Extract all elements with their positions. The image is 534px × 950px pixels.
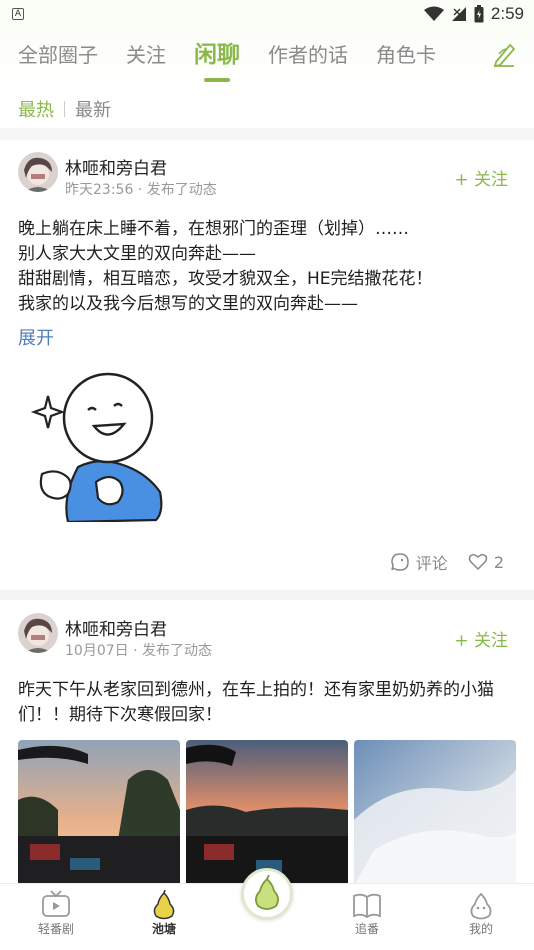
wifi-icon: [423, 6, 444, 21]
separator: [0, 590, 534, 600]
post-timestamp: 10月07日 · 发布了动态: [65, 643, 212, 659]
sort-divider: [64, 101, 65, 117]
tab-all-circles[interactable]: 全部圈子: [18, 38, 98, 72]
battery-icon: [474, 5, 484, 23]
separator: [0, 128, 534, 140]
tab-chat[interactable]: 闲聊: [194, 38, 240, 82]
profile-pear-icon: [470, 892, 492, 920]
like-button[interactable]: 2: [468, 553, 504, 572]
category-tabs: 全部圈子 关注 闲聊 作者的话 角色卡: [18, 38, 464, 82]
expand-link[interactable]: 展开: [18, 324, 54, 350]
nav-pond[interactable]: 池塘: [124, 884, 204, 950]
compose-icon[interactable]: [490, 40, 518, 68]
photo-sunset-car[interactable]: [186, 740, 348, 886]
post-body[interactable]: 晚上躺在床上睡不着，在想邪门的歪理（划掉）…… 别人家大大文里的双向奔赴—— 甜…: [18, 217, 518, 317]
comment-icon: [391, 553, 409, 571]
post-author[interactable]: 林咂和旁白君: [65, 154, 167, 179]
heart-icon: [468, 554, 488, 571]
post-actions: 评论 2: [390, 550, 504, 574]
sort-new-button[interactable]: 最新: [75, 96, 111, 122]
nav-label: 轻番剧: [37, 922, 74, 936]
post-line: 甜甜剧情，相互暗恋，攻受才貌双全，HE完结撒花花！: [18, 269, 433, 289]
photo-clouds[interactable]: [354, 740, 516, 886]
avatar[interactable]: [18, 613, 58, 653]
sort-hot-button[interactable]: 最热: [18, 96, 54, 122]
comment-button[interactable]: 评论: [390, 550, 448, 574]
clock: 2:59: [490, 4, 524, 23]
nav-label: 我的: [468, 922, 493, 936]
pear-logo-icon: [255, 875, 279, 910]
status-icons: 2:59: [423, 4, 524, 24]
book-icon: [353, 893, 381, 919]
tab-character-cards[interactable]: 角色卡: [376, 38, 436, 72]
comment-label: 评论: [415, 554, 448, 573]
center-pear-button[interactable]: [241, 868, 293, 920]
status-bar: A 2:59: [0, 0, 534, 28]
avatar[interactable]: [18, 152, 58, 192]
post-card[interactable]: 林咂和旁白君 昨天23:56 · 发布了动态 + 关注 晚上躺在床上睡不着，在想…: [0, 140, 534, 590]
signal-icon: [451, 7, 466, 21]
tab-following[interactable]: 关注: [126, 38, 166, 72]
tv-icon: [42, 890, 70, 917]
nav-profile[interactable]: 我的: [441, 884, 521, 950]
post-line: 昨天下午从老家回到德州，在车上拍的！还有家里奶奶养的小猫: [18, 680, 494, 700]
follow-button[interactable]: + 关注: [454, 165, 508, 190]
post-body[interactable]: 昨天下午从老家回到德州，在车上拍的！还有家里奶奶养的小猫 们！！期待下次寒假回家…: [18, 678, 518, 728]
like-count: 2: [493, 552, 504, 572]
pear-icon: [153, 890, 175, 920]
post-line: 们！！期待下次寒假回家！: [18, 705, 222, 725]
nav-label: 池塘: [151, 922, 176, 936]
sort-toggle: 最热 最新: [18, 96, 111, 122]
post-author[interactable]: 林咂和旁白君: [65, 615, 167, 640]
post-line: 晚上躺在床上睡不着，在想邪门的歪理（划掉）……: [18, 219, 409, 239]
follow-button[interactable]: + 关注: [454, 626, 508, 651]
nav-label: 追番: [354, 922, 379, 936]
sticker-image[interactable]: [28, 372, 168, 522]
nav-light-anime[interactable]: 轻番剧: [16, 884, 96, 950]
photo-grid: [18, 740, 516, 886]
photo-sunset-road[interactable]: [18, 740, 180, 886]
post-timestamp: 昨天23:56 · 发布了动态: [65, 182, 217, 198]
post-line: 别人家大大文里的双向奔赴——: [18, 244, 256, 264]
post-line: 我家的以及我今后想写的文里的双向奔赴——: [18, 294, 358, 314]
tab-author-words[interactable]: 作者的话: [268, 38, 348, 72]
top-tab-bar: 全部圈子 关注 闲聊 作者的话 角色卡: [0, 28, 534, 88]
nav-follow-anime[interactable]: 追番: [327, 884, 407, 950]
notification-badge-icon: A: [12, 8, 24, 20]
